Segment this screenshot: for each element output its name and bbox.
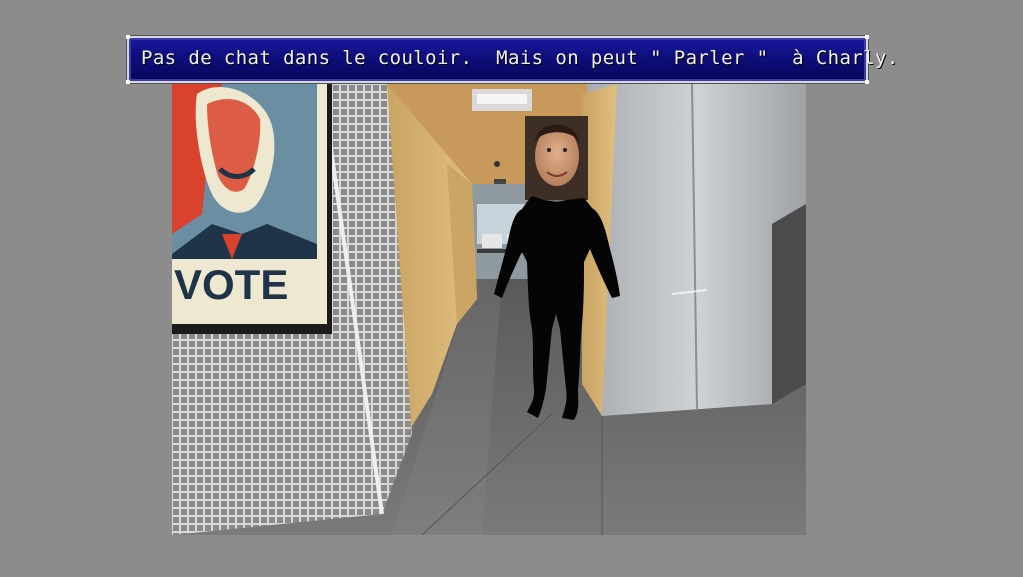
poster-vote-text: VOTE <box>174 261 288 308</box>
dialog-corner-bottom-right <box>865 80 869 84</box>
game-scene-viewport[interactable]: VOTE <box>172 84 806 535</box>
dialog-corner-top-left <box>126 35 130 39</box>
dialog-corner-top-right <box>865 35 869 39</box>
steel-wall-panels <box>587 84 806 416</box>
dialog-corner-bottom-left <box>126 80 130 84</box>
dialog-box[interactable]: Pas de chat dans le couloir. Mais on peu… <box>126 35 898 84</box>
hallway-scene: VOTE <box>172 84 806 535</box>
dialog-text: Pas de chat dans le couloir. Mais on peu… <box>141 47 899 69</box>
vote-poster: VOTE <box>172 84 332 334</box>
